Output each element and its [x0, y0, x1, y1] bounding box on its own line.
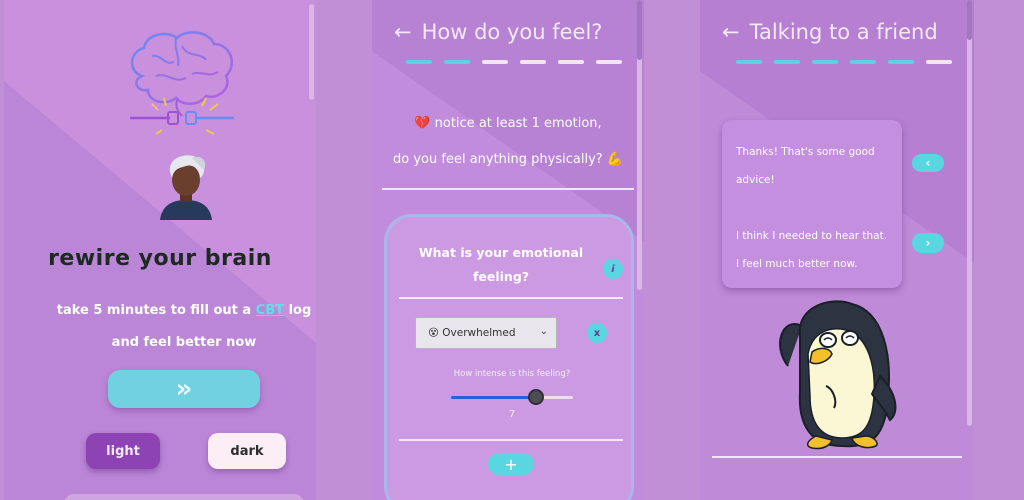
message-line: I feel much better now.	[736, 258, 858, 270]
message-line: I think I needed to hear that.	[736, 230, 888, 242]
info-icon[interactable]: i	[603, 259, 623, 279]
chevron-down-icon: ⌄	[539, 326, 548, 337]
emotion-select[interactable]: 😵 Overwhelmed ⌄	[415, 317, 557, 349]
intensity-slider[interactable]	[451, 396, 573, 399]
scrollbar-thumb[interactable]	[967, 0, 972, 40]
scrollbar[interactable]	[309, 4, 314, 100]
intensity-slider-fill	[451, 396, 537, 399]
previous-message-button[interactable]: ‹	[912, 154, 944, 172]
feelings-screen: ← How do you feel? 💔 notice at least 1 em…	[372, 0, 644, 500]
message-line: Thanks! That's some good	[736, 146, 875, 158]
progress-segment-pending	[596, 60, 622, 64]
app-title: rewire your brain	[48, 246, 272, 271]
progress-segment-complete	[736, 60, 762, 64]
remove-emotion-button[interactable]: x	[587, 323, 607, 343]
add-emotion-button[interactable]: +	[488, 453, 534, 475]
scrollbar[interactable]	[967, 0, 972, 426]
progress-segment-pending	[926, 60, 952, 64]
scrollbar-thumb[interactable]	[637, 0, 642, 60]
progress-segment-complete	[444, 60, 470, 64]
divider	[712, 456, 962, 458]
page-title: Talking to a friend	[749, 20, 938, 44]
progress-segment-complete	[888, 60, 914, 64]
welcome-screen: rewire your brain take 5 minutes to fill…	[4, 0, 316, 500]
emotion-question: What is your emotional feeling?	[418, 245, 584, 284]
back-arrow-icon[interactable]: ←	[394, 20, 412, 44]
penguin-illustration	[779, 300, 897, 450]
tagline: take 5 minutes to fill out a CBT log and…	[44, 295, 316, 359]
intensity-label: How intense is this feeling?	[453, 369, 571, 379]
emotion-card: What is your emotional feeling? i 😵 Over…	[384, 214, 634, 500]
divider	[399, 439, 623, 441]
dark-theme-button[interactable]: dark	[208, 433, 286, 469]
divider	[382, 188, 634, 190]
progress-bar	[406, 60, 622, 64]
message-bubble: Thanks! That's some good advice! I think…	[722, 120, 902, 288]
page-title: How do you feel?	[421, 20, 603, 44]
divider	[399, 297, 623, 299]
friend-screen: ← Talking to a friend Thanks! That's some…	[700, 0, 974, 500]
intensity-slider-thumb[interactable]	[528, 389, 545, 405]
prompt-physical: do you feel anything physically? 💪	[393, 152, 623, 167]
progress-segment-complete	[406, 60, 432, 64]
avatar	[160, 155, 212, 220]
progress-bar	[736, 60, 952, 64]
double-chevron-right-icon: »	[175, 374, 193, 404]
progress-segment-pending	[558, 60, 584, 64]
progress-segment-complete	[812, 60, 838, 64]
intensity-value: 7	[508, 409, 516, 420]
progress-segment-pending	[482, 60, 508, 64]
tagline-text: take 5 minutes to fill out a	[56, 303, 256, 318]
next-message-button[interactable]: ›	[912, 233, 944, 253]
back-arrow-icon[interactable]: ←	[722, 20, 740, 44]
bottom-card-edge	[64, 494, 304, 500]
progress-segment-pending	[520, 60, 546, 64]
page-header: ← Talking to a friend	[722, 20, 938, 44]
brain-plug-icon	[130, 31, 234, 135]
cbt-link[interactable]: CBT	[256, 303, 284, 318]
prompt-emotion: 💔 notice at least 1 emotion,	[414, 116, 602, 131]
light-theme-button[interactable]: light	[86, 433, 160, 469]
progress-segment-complete	[850, 60, 876, 64]
progress-segment-complete	[774, 60, 800, 64]
page-header: ← How do you feel?	[394, 20, 602, 44]
message-line: advice!	[736, 174, 775, 186]
emotion-select-value: 😵 Overwhelmed	[428, 327, 516, 339]
start-button[interactable]: »	[108, 370, 260, 408]
